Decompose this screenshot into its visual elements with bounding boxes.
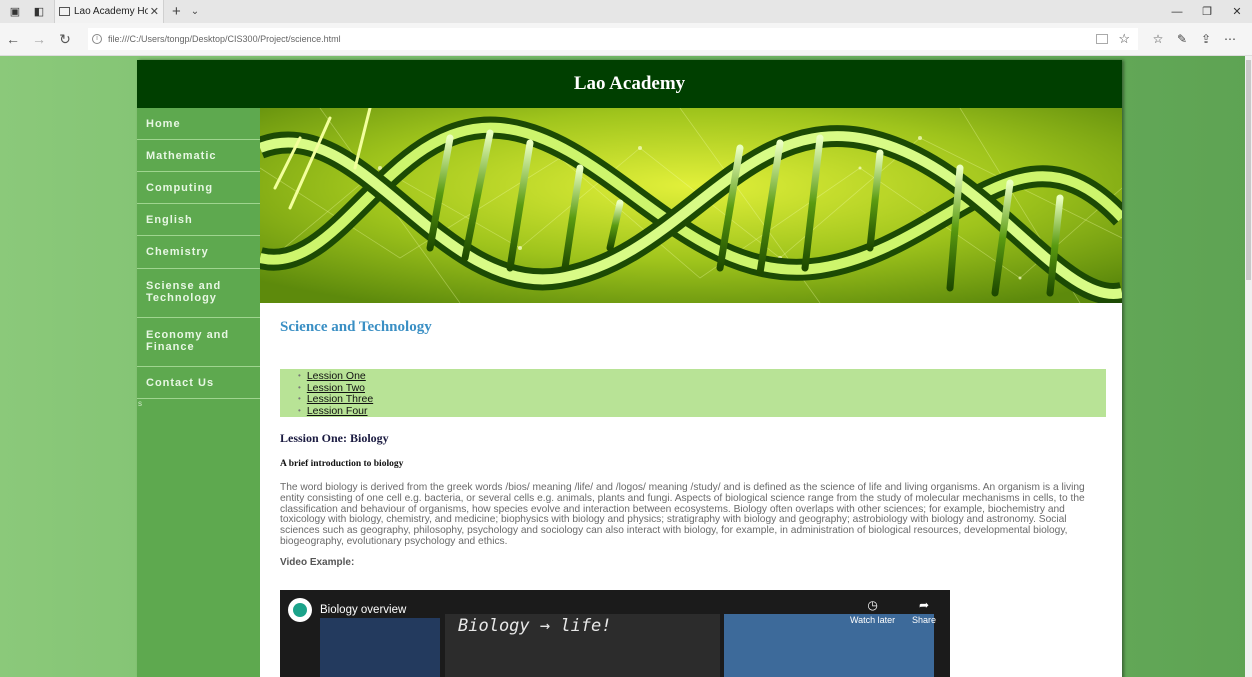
lesson-two-link[interactable]: Lession Two (307, 382, 365, 394)
nav-item-english[interactable]: English (137, 204, 260, 236)
close-tab-icon[interactable]: ✕ (150, 5, 159, 18)
video-thumbnail-molecule (320, 618, 440, 677)
nav-item-science-technology[interactable]: Sciense and Technology (137, 269, 260, 318)
tab-preview-icon[interactable]: ◧ (30, 3, 48, 21)
nav-item-computing[interactable]: Computing (137, 172, 260, 204)
refresh-icon[interactable]: ↻ (52, 31, 78, 48)
lesson-four-link[interactable]: Lession Four (307, 405, 368, 417)
video-thumbnail-cell (724, 614, 934, 677)
lesson-heading: Lession One: Biology (280, 431, 389, 445)
url-text: file:///C:/Users/tongp/Desktop/CIS300/Pr… (108, 34, 341, 44)
nav-item-contact-us[interactable]: Contact Us (137, 367, 260, 399)
list-item: Lession Three (298, 393, 1106, 406)
main-content: Science and Technology Lession One Lessi… (280, 303, 1106, 568)
close-window-icon[interactable]: ✕ (1222, 0, 1252, 23)
site-header: Lao Academy (137, 60, 1122, 108)
forward-icon[interactable]: → (26, 31, 52, 47)
minimize-icon[interactable]: — (1162, 0, 1192, 23)
nav-item-home[interactable]: Home (137, 108, 260, 140)
browser-tab-bar: ▣ ◧ Lao Academy Home Paç ✕ + ⌄ — ❐ ✕ (0, 0, 1252, 23)
video-title-row: Biology overview (288, 598, 406, 622)
lesson-link-list: Lession One Lession Two Lession Three Le… (280, 369, 1106, 417)
page-icon (59, 7, 70, 16)
address-toolbar: ← → ↻ i file:///C:/Users/tongp/Desktop/C… (0, 23, 1252, 56)
pen-icon[interactable]: ✎ (1170, 32, 1194, 46)
tab-actions-icon[interactable]: ▣ (6, 3, 24, 21)
watch-later-button[interactable]: ◷ Watch later (850, 598, 895, 625)
lesson-three-link[interactable]: Lession Three (307, 393, 373, 405)
nav-item-economy-finance[interactable]: Economy and Finance (137, 318, 260, 367)
video-chalk-text: Biology → life! (458, 616, 612, 636)
watch-later-label: Watch later (850, 615, 896, 625)
share-page-icon[interactable]: ⇪ (1194, 32, 1218, 46)
favorite-star-icon[interactable]: ☆ (1118, 31, 1130, 47)
video-title[interactable]: Biology overview (320, 604, 406, 616)
address-bar[interactable]: i file:///C:/Users/tongp/Desktop/CIS300/… (88, 28, 1138, 50)
page-viewport: Lao Academy Home Mathematic Computing En… (0, 56, 1252, 677)
tab-title: Lao Academy Home Paç (74, 6, 148, 17)
share-arrow-icon: ➦ (918, 598, 930, 612)
nav-item-mathematic[interactable]: Mathematic (137, 140, 260, 172)
window-controls: — ❐ ✕ (1162, 0, 1252, 23)
browser-tab[interactable]: Lao Academy Home Paç ✕ (54, 0, 164, 23)
scrollbar-thumb[interactable] (1246, 60, 1251, 280)
sidebar-note: s (138, 399, 142, 408)
list-item: Lession One (298, 370, 1106, 383)
restore-icon[interactable]: ❐ (1192, 0, 1222, 23)
share-button[interactable]: ➦ Share (912, 598, 936, 625)
favorites-list-icon[interactable]: ☆ (1146, 32, 1170, 46)
list-item: Lession Two (298, 382, 1106, 395)
channel-logo-icon[interactable] (288, 598, 312, 622)
dna-banner-image (260, 108, 1122, 303)
chevron-down-icon[interactable]: ⌄ (191, 6, 199, 17)
share-label: Share (912, 615, 937, 625)
back-icon[interactable]: ← (0, 31, 26, 47)
more-icon[interactable]: ⋯ (1218, 32, 1242, 46)
site-container: Lao Academy Home Mathematic Computing En… (137, 60, 1122, 677)
page-title: Science and Technology (280, 319, 432, 335)
nav-item-chemistry[interactable]: Chemistry (137, 236, 260, 269)
page-scrollbar[interactable] (1245, 56, 1252, 677)
clock-icon: ◷ (867, 598, 878, 612)
lesson-body-text: The word biology is derived from the gre… (280, 482, 1085, 547)
list-item: Lession Four (298, 405, 1106, 418)
site-title: Lao Academy (573, 73, 686, 94)
video-label: Video Example: (280, 556, 355, 568)
lesson-subheading: A brief introduction to biology (280, 459, 404, 469)
video-embed[interactable]: Biology → life! Biology overview ◷ Watch… (280, 590, 950, 677)
sidebar-nav: Home Mathematic Computing English Chemis… (137, 108, 260, 677)
info-icon[interactable]: i (92, 34, 102, 44)
reading-view-icon[interactable] (1096, 34, 1109, 44)
lesson-one-link[interactable]: Lession One (307, 370, 366, 382)
new-tab-icon[interactable]: + (172, 3, 181, 20)
